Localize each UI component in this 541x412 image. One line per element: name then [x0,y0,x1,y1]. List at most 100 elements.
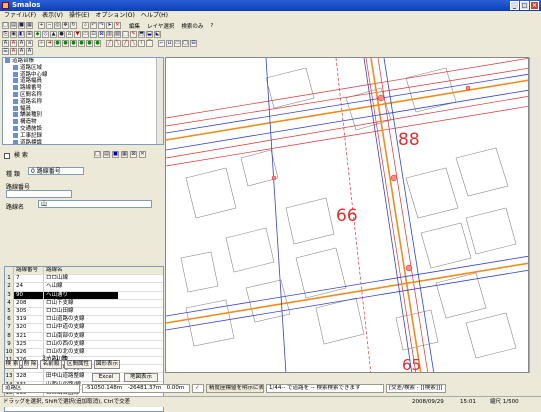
line-icon[interactable]: ＋ [38,40,45,47]
tree-scrollbar[interactable] [156,58,163,144]
save-icon[interactable]: ■ [18,22,25,29]
polyline-icon[interactable]: ╲ [130,40,137,47]
layer-field[interactable]: 道路区 [2,384,80,393]
tool-icon[interactable]: ▥ [106,31,113,38]
attribute-button[interactable]: 区間属性 [64,360,92,369]
tool-icon[interactable]: ⌂ [66,31,73,38]
point-icon[interactable]: ● [62,40,69,47]
tree-item[interactable]: 路線番号 [3,85,163,92]
tool-icon[interactable]: ● [58,31,65,38]
tool-icon[interactable]: ⬚ [122,31,129,38]
shape-icon[interactable]: ⌐ [158,40,165,47]
select-icon[interactable]: ➤ [106,22,113,29]
route-no-input[interactable] [6,190,72,198]
shape-display-button[interactable]: 図形表示 [94,360,120,369]
table-row[interactable]: 9 325 ロ山の西の支線 [5,340,163,349]
menu-edit[interactable]: 操作(E) [69,11,89,20]
tool-icon[interactable]: ▲ [50,31,57,38]
help-label[interactable]: ? [210,23,213,29]
flag-icon[interactable]: ✓ [192,384,204,393]
precision-button[interactable]: 精度座標値を明示に表示 [206,384,264,393]
excel-button[interactable]: Excel [92,373,120,382]
font-icon[interactable]: A [18,48,25,55]
column-header[interactable] [5,267,14,275]
search-only-label[interactable]: 検索のみ [181,22,203,30]
column-header[interactable]: 路線名 [44,267,118,274]
tree-item[interactable]: 道路標識 [3,139,163,144]
layer-select-label[interactable]: レイヤ選択 [147,22,174,30]
map-display-button[interactable]: 地図表示 [124,373,158,382]
point-icon[interactable]: ● [94,40,101,47]
measure-icon[interactable]: ⊞ [26,31,33,38]
search-button[interactable]: 検 索 [4,360,20,369]
panel-open-icon[interactable]: ▤ [103,151,110,158]
refresh-icon[interactable]: ↻ [70,22,77,29]
search-icon[interactable]: ⌕ [82,22,89,29]
point-icon[interactable]: ● [70,40,77,47]
menu-options[interactable]: オプション(O) [95,11,134,20]
panel-clear-icon[interactable]: ⊠ [130,151,137,158]
table-row[interactable]: 10 326 ロ山の北の支線 [5,348,163,358]
open-icon[interactable]: ▤ [10,22,17,29]
point-icon[interactable]: ● [78,40,85,47]
layer-list-icon[interactable]: ☰ [2,48,9,55]
text-small-icon[interactable]: a [26,40,33,47]
table-row[interactable]: 5 305 ロロ山田線 [5,307,163,317]
new-icon[interactable]: □ [2,22,9,29]
zoom-fit-icon[interactable]: ◎ [54,22,61,29]
tree-item[interactable]: 区間名称 [3,91,163,99]
zoom-out-icon[interactable]: − [46,22,53,29]
shape-icon[interactable]: ▭ [174,40,181,47]
tool-icon[interactable]: ⬓ [146,31,153,38]
menu-file[interactable]: ファイル(F) [4,11,36,20]
column-header[interactable]: 路線番号 [14,267,44,275]
table-row[interactable]: 4 208 ロ山下支線 [5,299,163,308]
tool-icon[interactable]: ⊡ [90,31,97,38]
route-name-input[interactable]: 山 [38,200,152,208]
pan-icon[interactable]: ✥ [62,22,69,29]
tool-icon[interactable]: ⬕ [154,31,161,38]
tool-icon[interactable]: ▼ [74,31,81,38]
polyline-icon[interactable]: ⌒ [146,40,153,47]
undo-icon[interactable]: ↶ [90,22,97,29]
kind-select[interactable]: 0 路線番号 [28,167,84,175]
tool-icon[interactable]: ⊠ [98,31,105,38]
layer-icon[interactable]: ◧ [18,31,25,38]
arrow-icon[interactable]: ➜ [46,40,53,47]
panel-close-icon[interactable]: ✕ [139,151,146,158]
text-red-icon[interactable]: A [10,40,17,47]
point-icon[interactable]: ● [86,40,93,47]
close-button[interactable]: × [530,1,539,10]
polyline-icon[interactable]: ╱ [106,40,113,47]
map-canvas[interactable]: 66 88 65 [165,57,529,373]
panel-save-icon[interactable]: ■ [112,151,119,158]
tree-item[interactable]: 道路区域 [3,64,163,72]
tool-icon[interactable]: ◆ [34,31,41,38]
table-row[interactable]: 8 321 ロ山南部の支線 [5,332,163,341]
minimize-button[interactable]: _ [510,1,519,10]
table-row[interactable]: 3 90 ヘ山通り [5,291,163,300]
tool-icon[interactable]: ◇ [42,31,49,38]
delete-icon[interactable]: ✕ [114,22,121,29]
panel-new-icon[interactable]: □ [94,151,101,158]
shape-icon[interactable]: ⊟ [190,40,197,47]
text-icon[interactable]: A [2,40,9,47]
menu-view[interactable]: 表示(V) [42,11,63,20]
map-scrollbar[interactable] [529,57,539,373]
edit-label[interactable]: 編集 [129,22,140,30]
clear-button[interactable]: 削 除 [22,360,38,369]
name-order-button[interactable]: 名前順 [40,360,62,369]
paste-icon[interactable]: ▣ [10,31,17,38]
tree-item[interactable]: 構造物 [3,119,163,126]
panel-print-icon[interactable]: ▦ [121,151,128,158]
tree-item[interactable]: 道路名称 [3,98,163,106]
menu-help[interactable]: ヘルプ(H) [141,11,168,20]
tool-icon[interactable]: ▭ [82,31,89,38]
maximize-button[interactable]: □ [520,1,529,10]
search-panel-checkbox[interactable] [4,152,10,159]
point-icon[interactable]: ● [54,40,61,47]
polyline-icon[interactable]: ⌇ [138,40,145,47]
polyline-icon[interactable]: ╱ [122,40,129,47]
table-row[interactable]: 2 24 ヘ山線 [5,283,163,292]
copy-icon[interactable]: ⎘ [2,31,9,38]
